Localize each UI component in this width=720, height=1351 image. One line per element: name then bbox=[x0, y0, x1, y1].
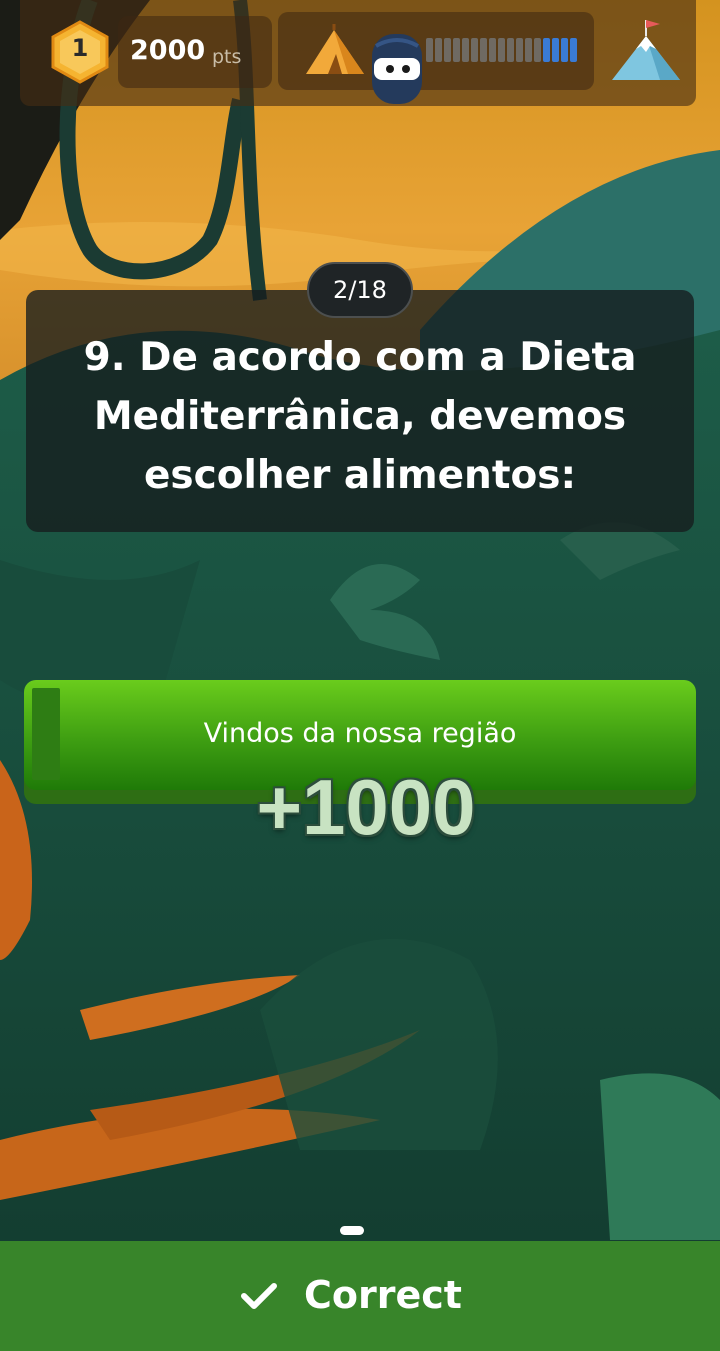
rank-number: 1 bbox=[71, 34, 89, 62]
progress-segment bbox=[435, 38, 442, 62]
progress-segment bbox=[444, 38, 451, 62]
progress-segment bbox=[462, 38, 469, 62]
progress-segment bbox=[471, 38, 478, 62]
progress-segment bbox=[453, 38, 460, 62]
checkmark-icon bbox=[241, 1283, 277, 1309]
points-gained: +1000 bbox=[256, 763, 476, 851]
score-value: 2000 bbox=[130, 35, 206, 66]
progress-segment bbox=[489, 38, 496, 62]
answer-text: Vindos da nossa região bbox=[203, 718, 517, 749]
progress-track bbox=[426, 38, 580, 62]
mountain-flag-icon bbox=[612, 20, 680, 80]
progress-segment bbox=[552, 38, 559, 62]
result-footer: Correct bbox=[0, 1241, 720, 1351]
ninja-avatar-icon bbox=[372, 34, 422, 104]
question-text: 9. De acordo com a Dieta Mediterrânica, … bbox=[83, 335, 637, 498]
tent-icon bbox=[306, 24, 364, 74]
progress-segment bbox=[426, 38, 433, 62]
progress-segment bbox=[534, 38, 541, 62]
question-card: 9. De acordo com a Dieta Mediterrânica, … bbox=[26, 290, 694, 532]
progress-segment bbox=[480, 38, 487, 62]
score-display: 2000 pts bbox=[118, 16, 272, 88]
question-counter: 2/18 bbox=[307, 262, 413, 318]
progress-segment bbox=[543, 38, 550, 62]
result-label: Correct bbox=[304, 1273, 462, 1317]
jungle-background bbox=[0, 0, 720, 1351]
progress-segment bbox=[525, 38, 532, 62]
progress-segment bbox=[516, 38, 523, 62]
progress-segment bbox=[561, 38, 568, 62]
score-unit: pts bbox=[212, 46, 242, 68]
drag-handle[interactable] bbox=[340, 1226, 364, 1235]
progress-segment bbox=[507, 38, 514, 62]
rank-badge: 1 bbox=[50, 20, 110, 84]
progress-segment bbox=[498, 38, 505, 62]
progress-segment bbox=[570, 38, 577, 62]
